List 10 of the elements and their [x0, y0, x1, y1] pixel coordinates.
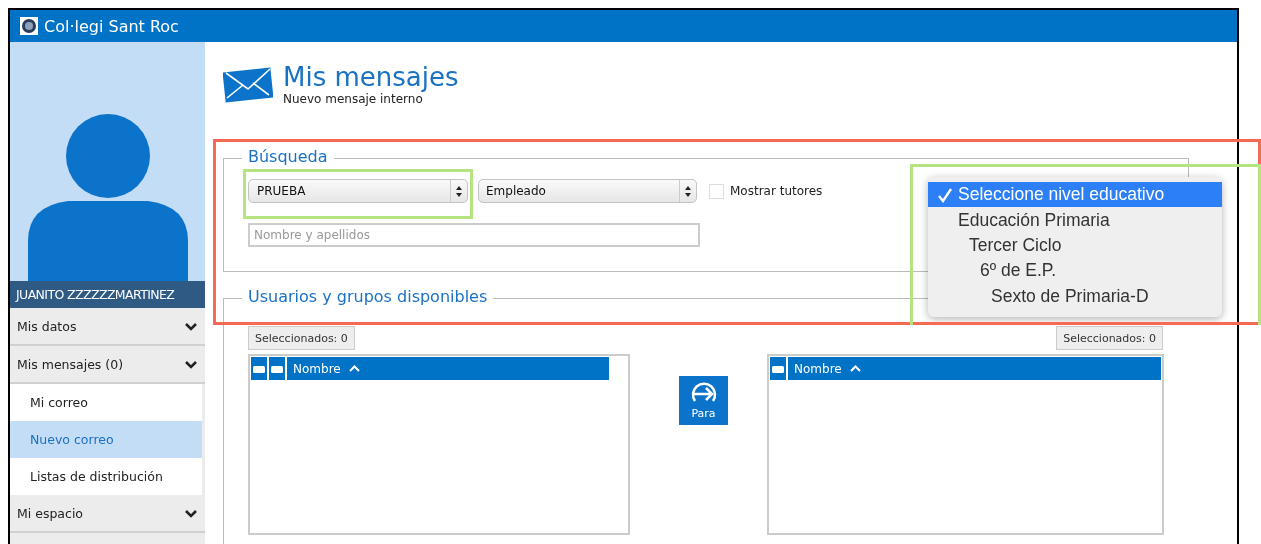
- page-subtitle: Nuevo mensaje interno: [283, 92, 424, 106]
- section-legend: Usuarios y grupos disponibles: [242, 287, 494, 306]
- sidebar-item-label: Mis mensajes (0): [17, 356, 124, 372]
- page-title: Mis mensajes: [283, 62, 459, 92]
- section-legend: Búsqueda: [242, 147, 334, 166]
- sidebar-item-label: Mi espacio: [17, 505, 84, 521]
- sidebar-item-label: Mis datos: [17, 318, 77, 334]
- user-name: JUANITO ZZZZZZMARTINEZ: [10, 281, 205, 308]
- app-title: Col·legi Sant Roc: [44, 16, 179, 36]
- checkbox-label: Mostrar tutores: [730, 184, 823, 198]
